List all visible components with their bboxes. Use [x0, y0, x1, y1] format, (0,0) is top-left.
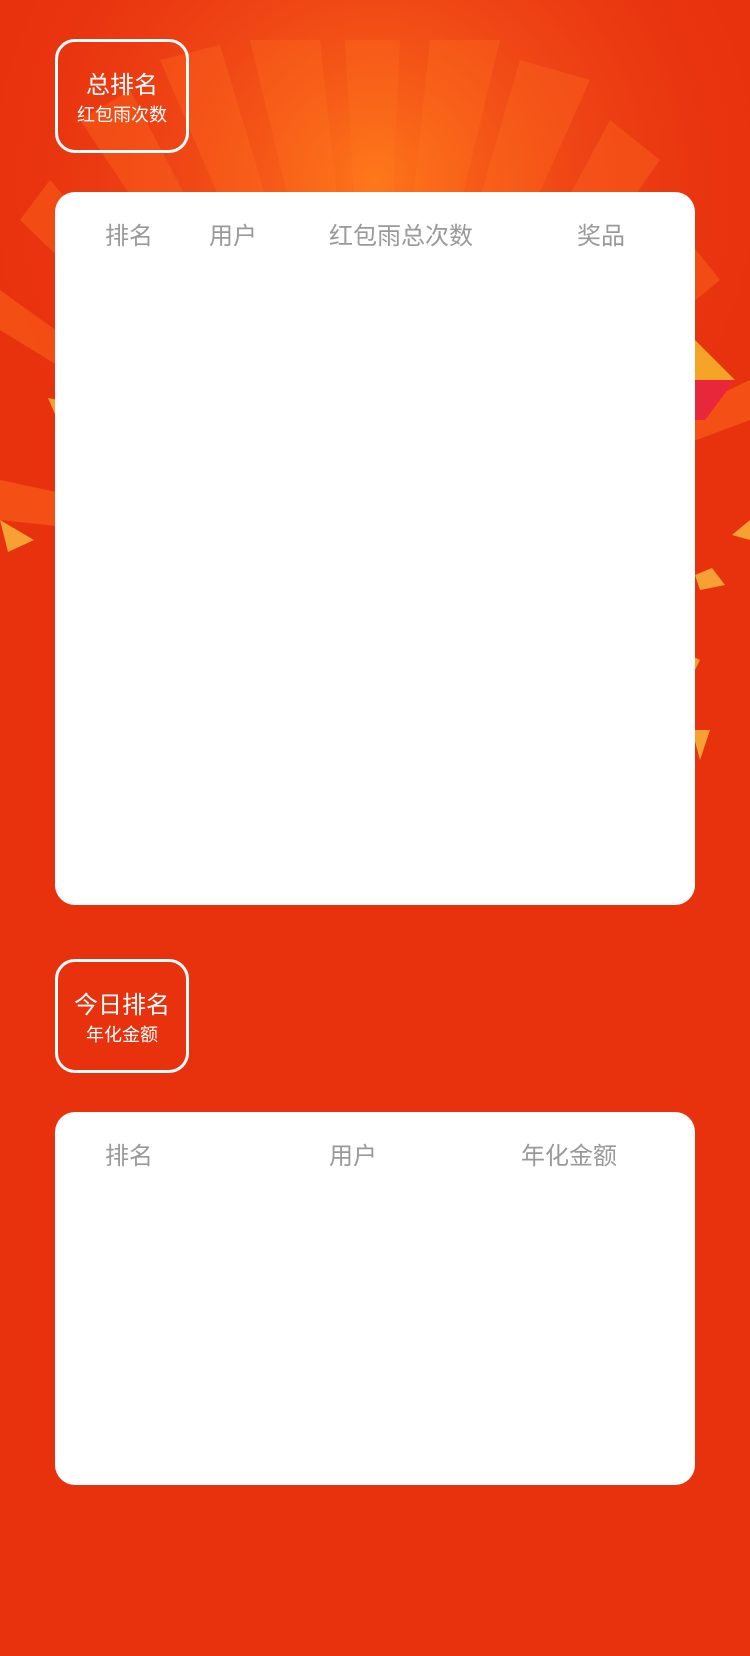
- column-header-rain-count: 红包雨总次数: [329, 222, 473, 250]
- column-header-rank: 排名: [105, 1142, 153, 1170]
- tab-today-ranking[interactable]: 今日排名 年化金额: [55, 959, 189, 1073]
- today-ranking-subtitle: 年化金额: [86, 1025, 158, 1046]
- today-ranking-table: 排名 用户 年化金额: [55, 1112, 695, 1485]
- column-header-prize: 奖品: [577, 222, 625, 250]
- today-ranking-title: 今日排名: [74, 991, 170, 1019]
- column-header-annualized-amount: 年化金额: [521, 1142, 617, 1170]
- column-header-rank: 排名: [105, 222, 153, 250]
- column-header-user: 用户: [329, 1142, 377, 1170]
- column-header-user: 用户: [209, 222, 257, 250]
- total-ranking-title: 总排名: [86, 71, 158, 99]
- total-ranking-table: 排名 用户 红包雨总次数 奖品: [55, 192, 695, 905]
- tab-total-ranking[interactable]: 总排名 红包雨次数: [55, 39, 189, 153]
- total-ranking-subtitle: 红包雨次数: [77, 105, 167, 126]
